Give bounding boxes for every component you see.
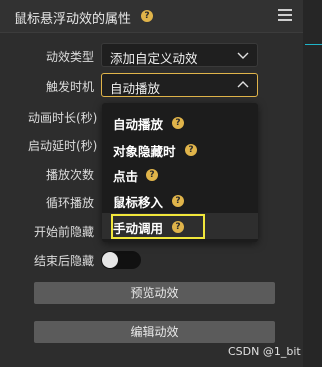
annotation-highlight-box xyxy=(111,214,205,239)
play-count-label: 播放次数 xyxy=(46,168,95,182)
trigger-option-mouse-enter[interactable]: 鼠标移入 ? xyxy=(102,187,258,213)
edit-button[interactable]: 编辑动效 xyxy=(34,321,275,343)
help-icon[interactable]: ? xyxy=(172,117,184,129)
duration-label: 动画时长(秒) xyxy=(28,111,98,125)
hide-after-label: 结束后隐藏 xyxy=(34,254,95,268)
toggle-knob xyxy=(102,252,118,268)
help-icon[interactable]: ? xyxy=(185,144,197,156)
option-label: 自动播放 xyxy=(113,117,164,132)
trigger-select[interactable]: 自动播放 xyxy=(101,73,258,97)
effect-type-select[interactable]: 添加自定义动效 xyxy=(101,43,258,67)
help-icon[interactable]: ? xyxy=(172,195,184,207)
preview-button[interactable]: 预览动效 xyxy=(34,282,275,304)
canvas-edge xyxy=(303,0,322,367)
trigger-value: 自动播放 xyxy=(110,81,161,96)
chevron-up-icon xyxy=(237,81,249,88)
help-icon[interactable]: ? xyxy=(146,169,158,181)
option-label: 点击 xyxy=(113,169,139,184)
trigger-option-click[interactable]: 点击 ? xyxy=(102,161,258,187)
help-icon[interactable]: ? xyxy=(141,10,153,22)
trigger-label: 触发时机 xyxy=(45,80,94,94)
panel-titlebar: 鼠标悬浮动效的属性 ? xyxy=(0,0,303,33)
hamburger-menu-icon[interactable] xyxy=(278,9,292,21)
option-label: 鼠标移入 xyxy=(113,195,164,210)
trigger-option-auto-play[interactable]: 自动播放 ? xyxy=(102,109,258,135)
loop-label: 循环播放 xyxy=(46,196,95,210)
option-label: 对象隐藏时 xyxy=(113,144,176,159)
chevron-down-icon xyxy=(237,52,249,59)
effect-type-label: 动效类型 xyxy=(45,50,94,64)
trigger-option-on-hide[interactable]: 对象隐藏时 ? xyxy=(102,136,258,162)
watermark: CSDN @1_bit xyxy=(228,345,301,358)
delay-label: 启动延时(秒) xyxy=(28,139,98,153)
hide-after-toggle[interactable] xyxy=(101,251,141,269)
effect-type-value: 添加自定义动效 xyxy=(110,51,198,66)
panel-title: 鼠标悬浮动效的属性 xyxy=(14,12,132,27)
accent-line xyxy=(305,44,322,45)
properties-panel: 鼠标悬浮动效的属性 ? 动效类型 添加自定义动效 触发时机 自动播放 动画时长(… xyxy=(0,0,303,367)
hide-before-label: 开始前隐藏 xyxy=(34,225,95,239)
